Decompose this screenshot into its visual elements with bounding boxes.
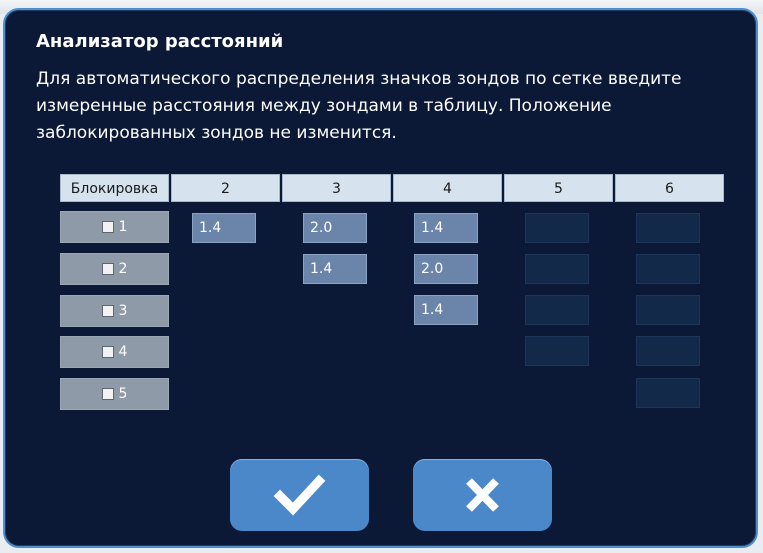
- distance-input-2-3[interactable]: [303, 254, 367, 284]
- dialog-description: Для автоматического распределения значко…: [36, 69, 682, 143]
- lock-probe-3[interactable]: 3: [60, 295, 169, 327]
- distance-analyzer-dialog: Анализатор расстояний Для автоматическог…: [3, 8, 758, 548]
- probe-label: 2: [118, 261, 128, 277]
- lock-checkbox[interactable]: [101, 388, 114, 400]
- distance-input-3-6[interactable]: [636, 295, 700, 325]
- lock-probe-4[interactable]: 4: [60, 336, 169, 368]
- column-header-3: 3: [282, 174, 391, 202]
- distance-input-2-4[interactable]: [414, 254, 478, 284]
- column-header-4: 4: [393, 174, 502, 202]
- distance-input-1-4[interactable]: [414, 213, 478, 243]
- dialog-title: Анализатор расстояний: [36, 31, 284, 52]
- column-header-2: 2: [171, 174, 280, 202]
- distance-input-5-6[interactable]: [636, 378, 700, 408]
- probe-label: 4: [118, 344, 128, 360]
- column-header-5: 5: [504, 174, 613, 202]
- lock-checkbox[interactable]: [101, 305, 114, 317]
- confirm-button[interactable]: [230, 459, 369, 531]
- lock-probe-1[interactable]: 1: [60, 211, 169, 243]
- distance-input-1-2[interactable]: [192, 213, 256, 243]
- lock-checkbox[interactable]: [101, 346, 114, 358]
- probe-label: 5: [118, 386, 128, 402]
- lock-probe-5[interactable]: 5: [60, 378, 169, 410]
- check-icon: [273, 474, 326, 516]
- distance-input-4-6[interactable]: [636, 336, 700, 366]
- cancel-button[interactable]: [413, 459, 552, 531]
- distance-input-1-5[interactable]: [525, 213, 589, 243]
- distance-input-1-3[interactable]: [303, 213, 367, 243]
- distance-input-1-6[interactable]: [636, 213, 700, 243]
- distance-input-4-5[interactable]: [525, 336, 589, 366]
- distance-input-3-5[interactable]: [525, 295, 589, 325]
- close-icon: [466, 478, 499, 512]
- column-header-6: 6: [615, 174, 724, 202]
- distance-input-2-6[interactable]: [636, 254, 700, 284]
- lock-checkbox[interactable]: [101, 263, 114, 275]
- distance-input-3-4[interactable]: [414, 295, 478, 325]
- lock-probe-2[interactable]: 2: [60, 253, 169, 285]
- probe-label: 3: [118, 303, 128, 319]
- lock-column-header: Блокировка: [60, 174, 169, 202]
- lock-checkbox[interactable]: [101, 221, 114, 233]
- probe-label: 1: [118, 219, 128, 235]
- distance-input-2-5[interactable]: [525, 254, 589, 284]
